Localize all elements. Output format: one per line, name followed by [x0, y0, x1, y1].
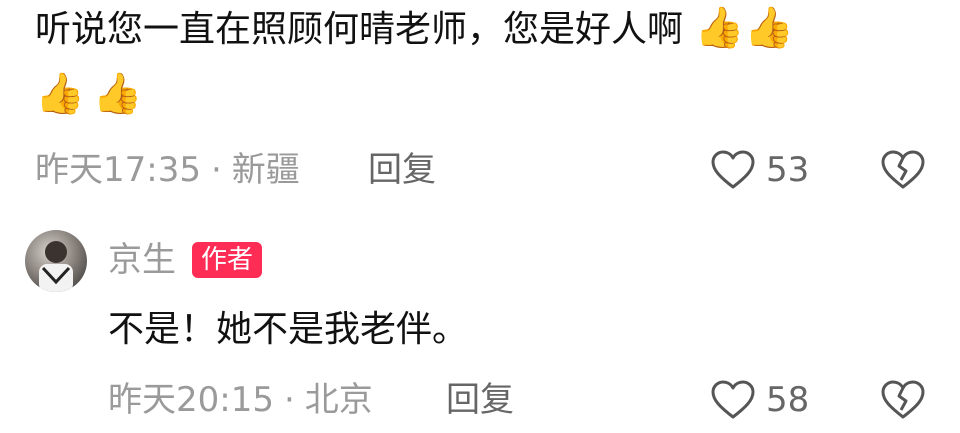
author-row: 京生 作者 [108, 240, 263, 280]
thumbs-up-emoji: 👍 [744, 5, 795, 51]
broken-heart-icon [881, 150, 925, 189]
comment-time: 昨天17:35 [35, 150, 201, 190]
comment-text-content: 听说您一直在照顾何晴老师，您是好人啊 [35, 9, 684, 50]
meta-separator: · [210, 150, 222, 190]
reply-button[interactable]: 回复 [368, 150, 436, 190]
comment-location: 北京 [304, 380, 373, 420]
meta-separator: · [283, 380, 295, 420]
comment-meta: 昨天17:35 · 新疆 [35, 150, 300, 190]
author-badge: 作者 [192, 242, 263, 278]
comment-location: 新疆 [231, 150, 300, 190]
like-button[interactable] [710, 380, 756, 424]
comment-meta: 昨天20:15 · 北京 [108, 380, 373, 420]
comment-text: 听说您一直在照顾何晴老师，您是好人啊 👍👍 [35, 6, 794, 52]
avatar-image [39, 241, 73, 292]
comment-time: 昨天20:15 [108, 380, 274, 420]
thumbs-up-emoji: 👍 [35, 71, 85, 117]
like-count: 53 [766, 150, 810, 190]
reply-button[interactable]: 回复 [446, 380, 514, 420]
like-button[interactable] [710, 150, 756, 194]
dislike-button[interactable] [880, 150, 926, 194]
dislike-button[interactable] [880, 380, 926, 424]
thumbs-up-emoji: 👍 [694, 5, 745, 51]
broken-heart-icon [881, 380, 925, 419]
reply-text: 不是！她不是我老伴。 [108, 309, 469, 350]
heart-icon [711, 150, 755, 189]
thumbs-up-emoji: 👍 [92, 71, 143, 117]
heart-icon [711, 380, 755, 419]
emoji-row: 👍 👍 [35, 72, 143, 116]
avatar[interactable] [25, 230, 87, 292]
author-name[interactable]: 京生 [108, 240, 176, 280]
like-count: 58 [766, 380, 810, 420]
